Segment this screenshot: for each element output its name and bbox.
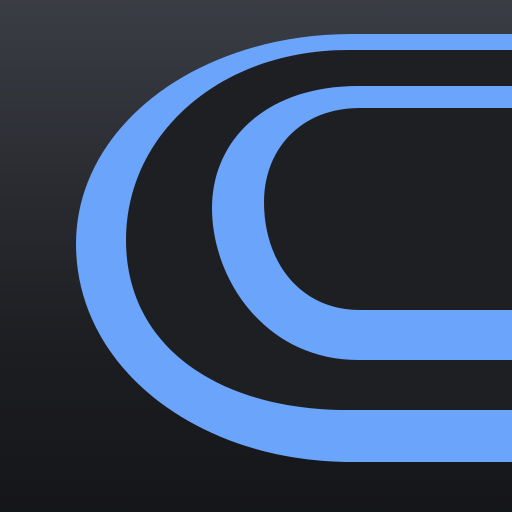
ring-center-shape: [264, 108, 512, 310]
app-icon: [0, 0, 512, 512]
track-rings-logo-icon: [76, 34, 512, 462]
